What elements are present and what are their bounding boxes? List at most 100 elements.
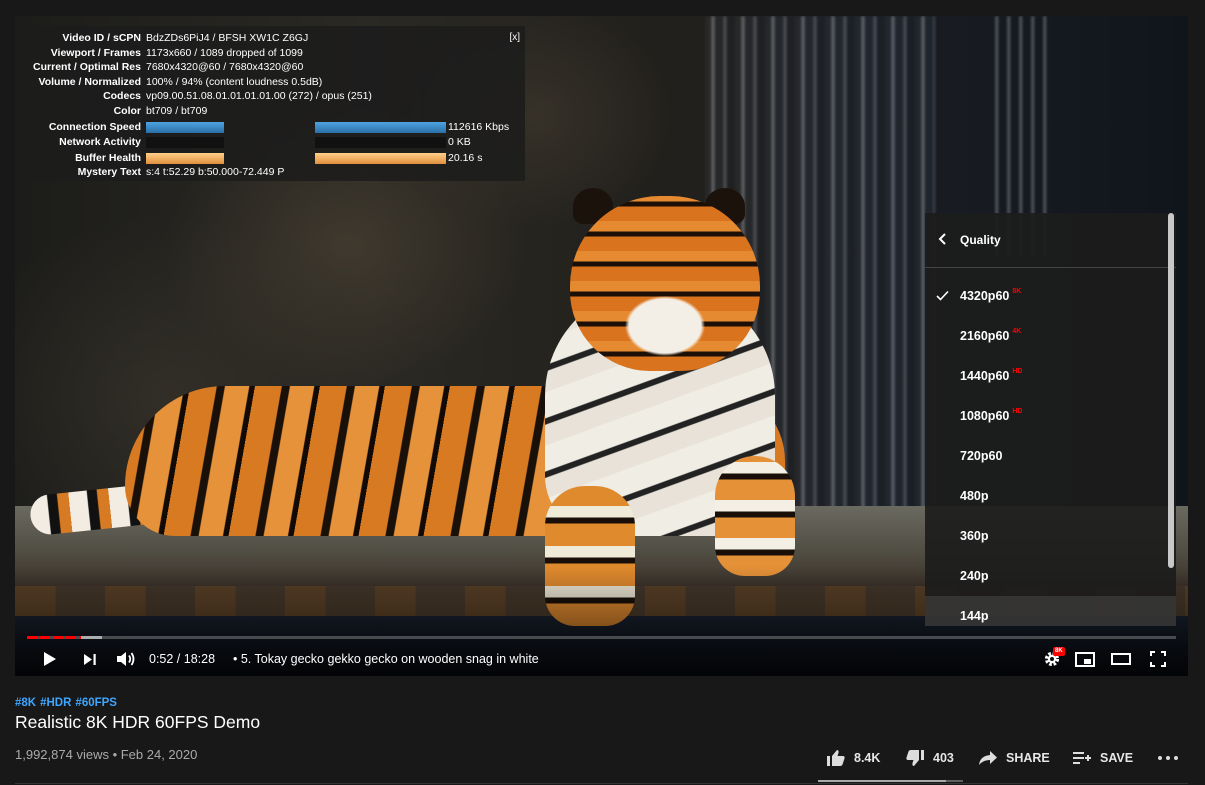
network-bar [146,137,224,149]
skip-next-icon [84,653,96,665]
progress-played [27,636,81,639]
quality-back-button[interactable]: Quality [925,213,1176,268]
thumbs-down-icon [906,750,924,766]
stats-key: Viewport / Frames [50,46,141,59]
quality-badge: 8K [1012,287,1022,295]
progress-bar[interactable] [27,636,1176,639]
stats-key: Buffer Health [75,151,141,164]
share-icon [979,751,997,765]
theater-mode-button[interactable] [1109,646,1133,672]
check-icon [925,288,960,304]
stats-key: Video ID / sCPN [62,32,141,44]
video-title: Realistic 8K HDR 60FPS Demo [15,712,261,732]
play-icon [44,652,56,666]
quality-options: 4320p60 8K 2160p60 4K 1440p60 HD 1080p60 HD … [925,268,1176,626]
stats-value: 112616 Kbps [448,120,510,133]
more-horizontal-icon [1158,756,1178,760]
playlist-add-icon [1073,752,1091,764]
mute-button[interactable] [114,646,138,672]
connection-bar [146,121,224,133]
quality-option-label: 1440p60 [960,369,1010,383]
quality-option-label: 1080p60 [960,409,1010,423]
sentiment-likes [818,780,946,782]
quality-option-label: 4320p60 [960,289,1010,303]
quality-option-label: 360p [960,529,989,543]
miniplayer-button[interactable] [1073,646,1097,672]
stats-key: Volume / Normalized [38,75,142,88]
stats-value: bt709 / bt709 [146,104,208,117]
stats-value: 100% / 94% (content loudness 0.5dB) [146,75,323,88]
quality-option-label: 480p [960,489,989,503]
stats-row: Mystery Text s:4 t:52.29 b:50.000-72.449 … [26,165,525,180]
stats-value: 0 KB [448,136,471,149]
dislike-button[interactable]: 403 [905,745,954,771]
player-controls: 0:52 / 18:28 • 5. Tokay gecko gekko geck… [15,646,1188,672]
stats-row: Volume / Normalized 100% / 94% (content l… [26,75,525,90]
stats-row-network: Network Activity 0 KB [26,135,525,150]
stats-row-connection: Connection Speed 112616 Kbps [26,120,525,135]
quality-option[interactable]: 4320p60 8K [925,276,1176,316]
volume-icon [117,652,135,666]
hashtag-link[interactable]: #HDR [40,697,71,709]
fullscreen-button[interactable] [1147,646,1169,672]
quality-option-label: 2160p60 [960,329,1010,343]
quality-badge: 8K [1053,647,1065,656]
stats-key: Mystery Text [77,166,141,179]
quality-option[interactable]: 480p [925,476,1176,516]
thumbs-up-icon [827,750,845,766]
save-button[interactable]: SAVE [1072,745,1133,771]
chevron-left-icon [925,232,960,248]
quality-option[interactable]: 720p60 [925,436,1176,476]
quality-option[interactable]: 240p [925,556,1176,596]
share-button[interactable]: SHARE [978,745,1050,771]
share-label: SHARE [1006,751,1050,765]
quality-option-label: 144p [960,609,989,623]
stats-close-button[interactable]: [x] [509,31,520,46]
quality-badge: HD [1012,367,1023,375]
save-label: SAVE [1100,751,1134,765]
video-actions: 8.4K 403 SHARE SAVE [0,745,1205,771]
tiger-head [570,196,760,371]
stats-row: Viewport / Frames 1173x660 / 1089 dropped… [26,46,525,61]
like-count: 8.4K [854,751,881,765]
stats-key: Current / Optimal Res [33,61,141,74]
chapter-title[interactable]: • 5. Tokay gecko gekko gecko on wooden s… [233,646,539,672]
quality-option[interactable]: 360p [925,516,1176,556]
quality-scrollbar[interactable] [1168,213,1174,568]
stats-row: Video ID / sCPN BdzZDs6PiJ4 / BFSH XW1C Z… [26,31,525,46]
stats-key: Network Activity [59,136,141,149]
sentiment-bar [818,780,963,782]
quality-option[interactable]: 1440p60 HD [925,356,1176,396]
stats-key: Codecs [103,90,141,103]
quality-option-label: 240p [960,569,989,583]
connection-bar [315,121,446,133]
connection-graph: 112616 Kbps [146,120,509,135]
settings-button[interactable]: 8K [1039,646,1065,672]
stats-for-nerds-panel: [x] Video ID / sCPN BdzZDs6PiJ4 / BFSH XW… [26,26,525,181]
stats-row: Codecs vp09.00.51.08.01.01.01.01.00 (272)… [26,89,525,104]
stats-value: 20.16 s [448,151,483,164]
video-player[interactable]: [x] Video ID / sCPN BdzZDs6PiJ4 / BFSH XW… [15,16,1188,676]
fullscreen-icon [1150,651,1166,667]
play-button[interactable] [37,646,63,672]
next-button[interactable] [79,646,101,672]
hashtag-link[interactable]: #8K [15,697,36,709]
dislike-count: 403 [933,751,954,765]
network-bar [315,137,446,149]
more-actions-button[interactable] [1158,745,1186,771]
time-display: 0:52 / 18:28 [149,652,216,666]
network-graph: 0 KB [146,135,471,150]
stats-key: Connection Speed [48,120,141,133]
divider [15,783,1188,784]
like-button[interactable]: 8.4K [826,745,880,771]
quality-option[interactable]: 1080p60 HD [925,396,1176,436]
hashtag-link[interactable]: #60FPS [75,697,117,709]
quality-badge: HD [1012,407,1023,415]
stats-value: 7680x4320@60 / 7680x4320@60 [146,61,304,74]
stats-row: Current / Optimal Res 7680x4320@60 / 7680… [26,60,525,75]
theater-icon [1111,653,1131,665]
quality-option[interactable]: 144p [925,596,1176,626]
stats-row-buffer: Buffer Health 20.16 s [26,151,525,166]
buffer-bar [315,153,446,165]
quality-option[interactable]: 2160p60 4K [925,316,1176,356]
